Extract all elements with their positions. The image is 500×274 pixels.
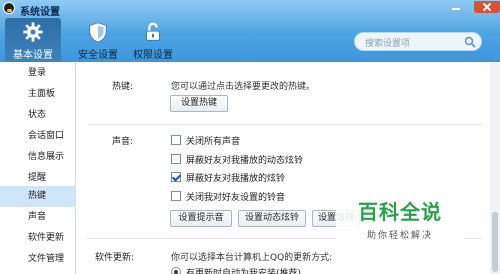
hotkey-section-label: 热键:	[112, 82, 134, 92]
checkbox[interactable]	[171, 135, 181, 145]
set-notification-sound-button[interactable]: 设置提示音	[170, 210, 232, 227]
checkbox-label: 关闭我对好友设置的铃音	[186, 193, 286, 203]
header-bar: 系统设置 基本设置 安全设置 权限设置 搜索设置项	[0, 0, 500, 62]
search-placeholder: 搜索设置项	[365, 39, 411, 49]
lock-icon	[146, 22, 160, 41]
checkbox-label: 屏蔽好友对我播放的动态炫铃	[186, 156, 304, 166]
hotkey-description: 您可以通过点击选择要更改的热键。	[171, 82, 316, 92]
auto-install-update-label: 有更新时自动为我安装(推荐)	[186, 269, 302, 274]
sidebar-item-hotkeys[interactable]: 热键	[0, 186, 76, 207]
watermark-subtitle: 助你轻松解决	[366, 231, 433, 241]
update-description: 你可以选择本台计算机上QQ的更新方式:	[171, 253, 333, 263]
checkbox-checked[interactable]	[171, 172, 181, 182]
checkbox-label: 关闭所有声音	[186, 137, 241, 147]
qq-logo-icon	[3, 2, 15, 14]
auto-install-update-radio[interactable]	[171, 267, 181, 274]
section-divider	[87, 124, 482, 125]
sidebar-item-info-display[interactable]: 信息展示	[0, 147, 76, 168]
search-input[interactable]: 搜索设置项	[354, 32, 482, 51]
sidebar-item-software-update[interactable]: 软件更新	[0, 228, 76, 249]
vertical-scrollbar[interactable]	[490, 62, 500, 274]
sidebar-item-main-panel[interactable]: 主面板	[0, 84, 76, 105]
shield-icon	[89, 22, 107, 43]
watermark: 百科全说 助你轻松解决	[336, 196, 464, 246]
tab-permission-settings[interactable]: 权限设置	[125, 18, 181, 62]
tab-security-settings[interactable]: 安全设置	[70, 18, 126, 62]
sidebar-item-file-management[interactable]: 文件管理	[0, 249, 76, 270]
window-title: 系统设置	[20, 7, 60, 18]
scrollbar-thumb[interactable]	[492, 212, 498, 272]
sidebar-item-login[interactable]: 登录	[0, 63, 76, 84]
close-button[interactable]	[474, 1, 500, 13]
title-bar: 系统设置	[0, 0, 500, 18]
sidebar-item-chat-window[interactable]: 会话窗口	[0, 126, 76, 147]
checkbox-label: 屏蔽好友对我播放的炫铃	[186, 174, 286, 184]
minimize-button[interactable]	[447, 1, 465, 13]
sound-section-label: 声音:	[112, 137, 134, 147]
tab-label: 权限设置	[133, 50, 173, 61]
watermark-title: 百科全说	[358, 200, 442, 224]
gear-icon	[23, 22, 43, 42]
checkbox[interactable]	[171, 191, 181, 201]
sidebar: 登录 主面板 状态 会话窗口 信息展示 提醒 热键 声音 软件更新 文件管理	[0, 62, 76, 274]
tab-basic-settings[interactable]: 基本设置	[5, 18, 61, 62]
tab-label: 基本设置	[13, 50, 53, 61]
set-dynamic-ringtone-button[interactable]: 设置动态炫铃	[238, 210, 306, 227]
checkbox[interactable]	[171, 154, 181, 164]
search-icon[interactable]	[464, 36, 476, 48]
sidebar-item-sound[interactable]: 声音	[0, 207, 76, 228]
update-section-label: 软件更新:	[95, 253, 135, 263]
tab-label: 安全设置	[78, 50, 118, 61]
sidebar-item-status[interactable]: 状态	[0, 105, 76, 126]
set-hotkey-button[interactable]: 设置热键	[170, 95, 228, 112]
